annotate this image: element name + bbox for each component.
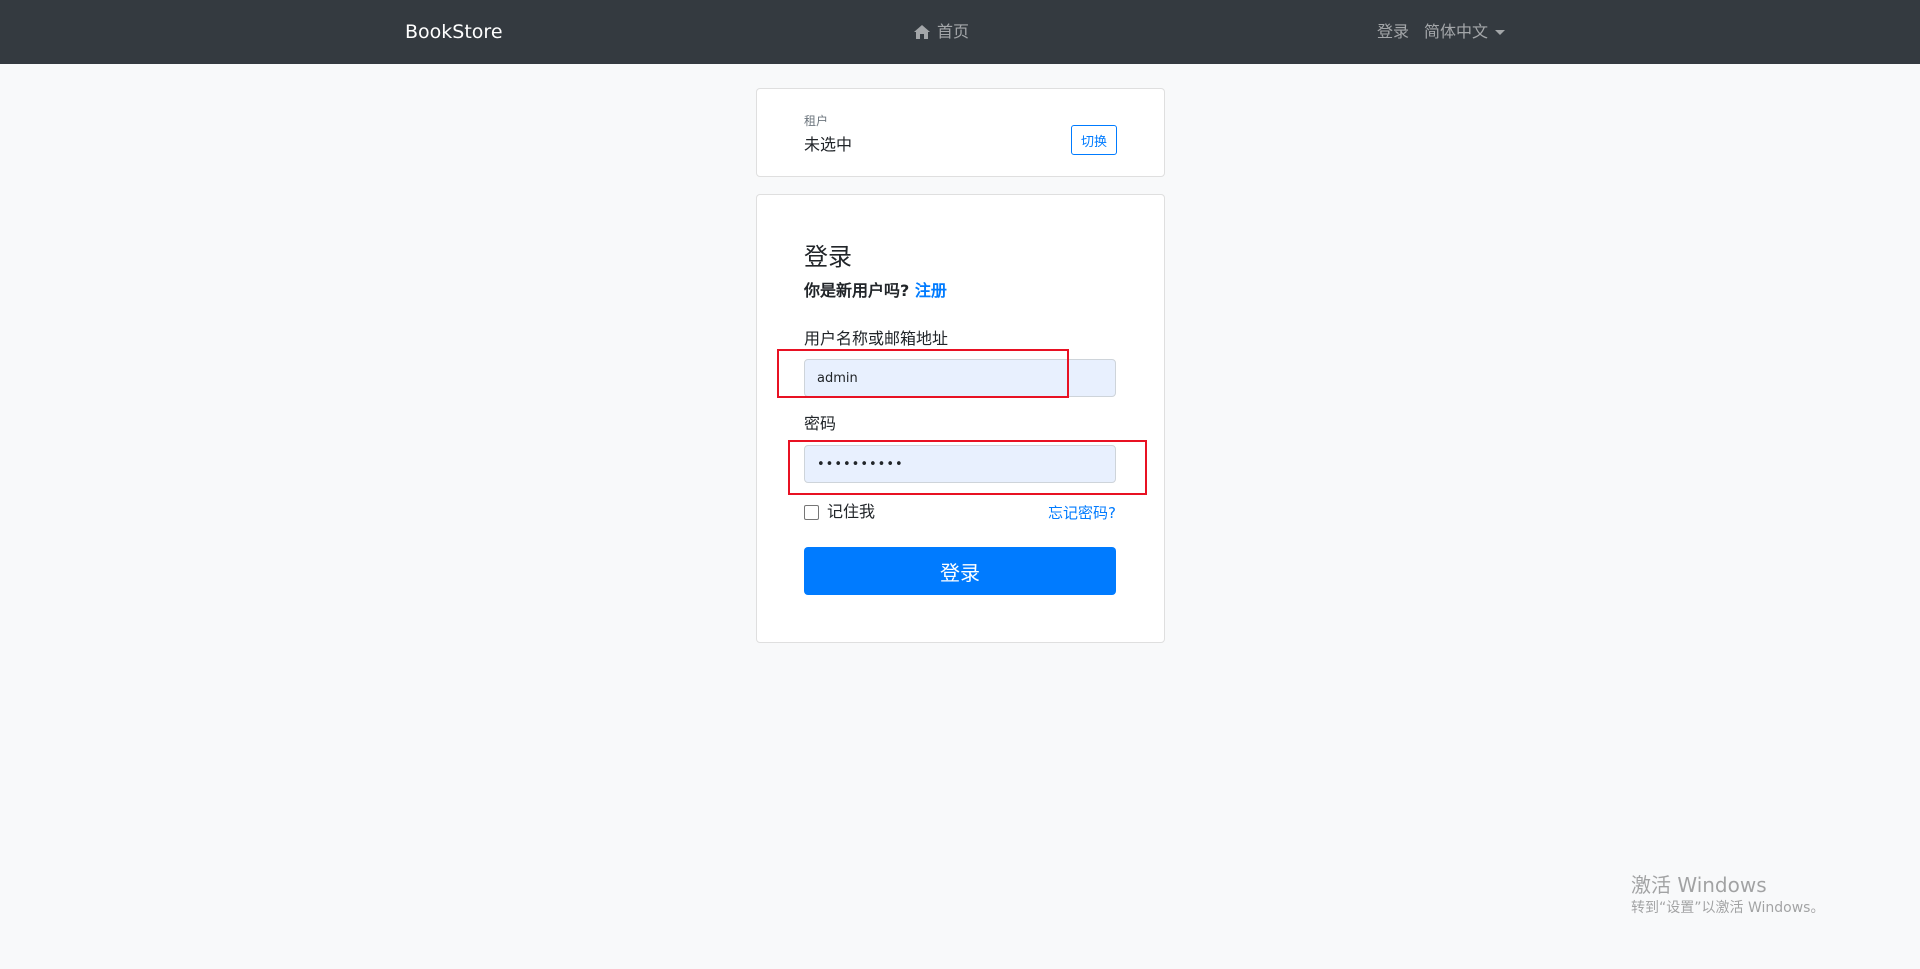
login-title: 登录	[804, 243, 852, 271]
nav-login-link[interactable]: 登录	[1377, 19, 1409, 45]
new-user-prompt: 你是新用户吗? 注册	[804, 280, 947, 302]
login-submit-button[interactable]: 登录	[804, 547, 1116, 595]
new-user-text: 你是新用户吗?	[804, 281, 910, 300]
switch-tenant-button[interactable]: 切换	[1071, 125, 1117, 155]
brand-link[interactable]: BookStore	[405, 18, 503, 46]
remember-me[interactable]: 记住我	[804, 501, 875, 523]
login-card: 登录 你是新用户吗? 注册 用户名称或邮箱地址 密码 记住我 忘记密码? 登录	[756, 194, 1165, 643]
tenant-value: 未选中	[804, 135, 853, 154]
caret-down-icon	[1495, 29, 1506, 35]
language-label: 简体中文	[1424, 22, 1489, 41]
nav-home-label: 首页	[937, 22, 970, 41]
forgot-password-link[interactable]: 忘记密码?	[1048, 502, 1116, 524]
password-input[interactable]	[804, 445, 1116, 483]
nav-right-group: 登录 简体中文	[1377, 19, 1506, 45]
windows-activation-watermark: 激活 Windows 转到“设置”以激活 Windows。	[1631, 872, 1824, 918]
home-icon	[914, 25, 930, 39]
password-label: 密码	[804, 414, 837, 433]
watermark-title: 激活 Windows	[1631, 873, 1767, 897]
top-navbar: BookStore 首页 登录 简体中文	[0, 0, 1920, 64]
username-input[interactable]	[804, 359, 1116, 397]
register-link[interactable]: 注册	[915, 281, 947, 300]
username-label: 用户名称或邮箱地址	[804, 329, 949, 348]
tenant-label: 租户	[804, 114, 829, 128]
nav-home-link[interactable]: 首页	[913, 19, 969, 45]
language-dropdown[interactable]: 简体中文	[1424, 19, 1506, 45]
tenant-card: 租户 未选中 切换	[756, 88, 1165, 177]
remember-me-label: 记住我	[827, 502, 876, 521]
remember-me-checkbox[interactable]	[804, 504, 819, 520]
watermark-subtitle: 转到“设置”以激活 Windows。	[1631, 900, 1825, 916]
